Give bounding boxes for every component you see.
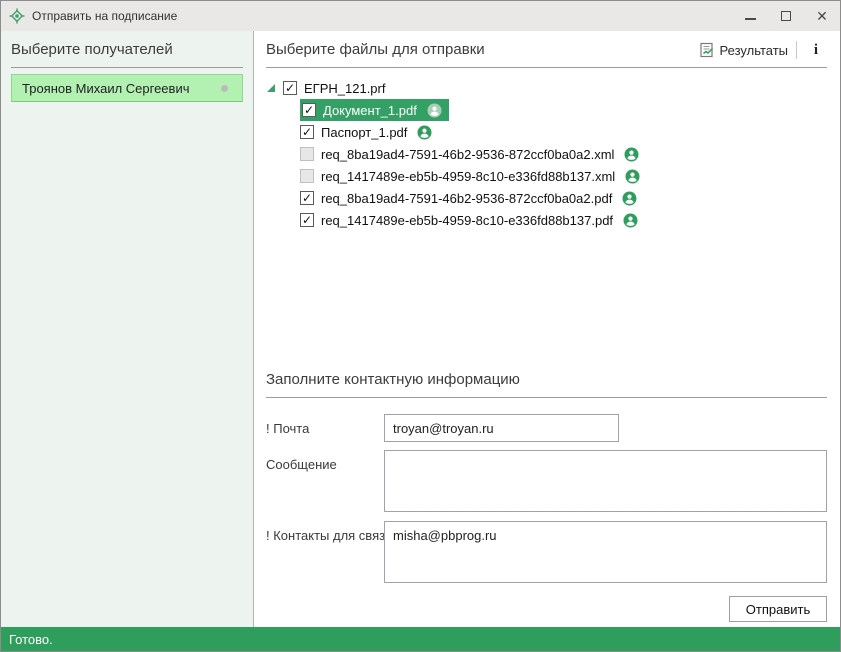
window-controls: ✕ bbox=[732, 1, 840, 31]
file-name: req_8ba19ad4-7591-46b2-9536-872ccf0ba0a2… bbox=[321, 191, 612, 206]
minimize-icon bbox=[745, 18, 756, 20]
contacts-field[interactable] bbox=[384, 521, 827, 583]
tree-row-file[interactable]: ✓ Документ_1.pdf bbox=[300, 99, 827, 121]
contact-form: ! Почта Сообщение ! Контакты для связи О… bbox=[266, 398, 827, 622]
file-name: Паспорт_1.pdf bbox=[321, 125, 407, 140]
email-row: ! Почта bbox=[266, 414, 827, 442]
checkbox-checked[interactable]: ✓ bbox=[300, 213, 314, 227]
tree-row-file[interactable]: ✓ Паспорт_1.pdf bbox=[300, 121, 827, 143]
minimize-button[interactable] bbox=[732, 1, 768, 31]
checkbox-unchecked-disabled bbox=[300, 169, 314, 183]
file-name: req_1417489e-eb5b-4959-8c10-e336fd88b137… bbox=[321, 213, 613, 228]
tree-row-file[interactable]: ✓ req_1417489e-eb5b-4959-8c10-e336fd88b1… bbox=[300, 209, 827, 231]
person-icon bbox=[623, 213, 638, 228]
tree-empty-space bbox=[266, 231, 827, 369]
checkbox-unchecked-disabled bbox=[300, 147, 314, 161]
panel-actions: Результаты i bbox=[699, 41, 827, 59]
file-name: ЕГРН_121.prf bbox=[304, 81, 385, 96]
recipients-header-rule bbox=[11, 67, 243, 68]
person-icon bbox=[427, 103, 442, 118]
person-icon bbox=[625, 169, 640, 184]
actions-divider bbox=[796, 41, 797, 59]
contacts-label: ! Контакты для связи bbox=[266, 521, 384, 583]
person-icon bbox=[622, 191, 637, 206]
file-name: req_1417489e-eb5b-4959-8c10-e336fd88b137… bbox=[321, 169, 615, 184]
files-panel: Выберите файлы для отправки Результаты i bbox=[254, 31, 840, 627]
checkbox-checked[interactable]: ✓ bbox=[300, 125, 314, 139]
checkbox-checked[interactable]: ✓ bbox=[302, 103, 316, 117]
send-for-signing-window: Отправить на подписание ✕ Выберите получ… bbox=[0, 0, 841, 652]
message-field[interactable] bbox=[384, 450, 827, 512]
message-row: Сообщение bbox=[266, 450, 827, 512]
recipients-header: Выберите получателей bbox=[11, 39, 243, 61]
file-tree: ✓ ЕГРН_121.prf ✓ Документ_1.pdf bbox=[266, 77, 827, 231]
contact-header: Заполните контактную информацию bbox=[266, 369, 827, 391]
window-title: Отправить на подписание bbox=[32, 9, 732, 23]
close-icon: ✕ bbox=[816, 8, 828, 25]
send-button-row: Отправить bbox=[266, 596, 827, 622]
person-icon bbox=[624, 147, 639, 162]
files-header-row: Выберите файлы для отправки Результаты i bbox=[266, 39, 827, 61]
checkbox-checked[interactable]: ✓ bbox=[283, 81, 297, 95]
title-bar: Отправить на подписание ✕ bbox=[1, 1, 840, 31]
recipient-name: Троянов Михаил Сергеевич bbox=[22, 81, 189, 96]
tree-row-root[interactable]: ✓ ЕГРН_121.prf bbox=[266, 77, 827, 99]
send-button[interactable]: Отправить bbox=[729, 596, 827, 622]
expander-collapse-icon[interactable] bbox=[266, 83, 276, 93]
results-button-label: Результаты bbox=[720, 43, 788, 58]
files-header-rule bbox=[266, 67, 827, 68]
contacts-row: ! Контакты для связи bbox=[266, 521, 827, 583]
info-button[interactable]: i bbox=[805, 42, 827, 59]
results-report-icon bbox=[699, 42, 715, 58]
person-icon bbox=[417, 125, 432, 140]
maximize-button[interactable] bbox=[768, 1, 804, 31]
results-button[interactable]: Результаты bbox=[699, 42, 788, 58]
recipient-list-item[interactable]: Троянов Михаил Сергеевич bbox=[11, 74, 243, 102]
close-button[interactable]: ✕ bbox=[804, 1, 840, 31]
tree-row-file[interactable]: req_8ba19ad4-7591-46b2-9536-872ccf0ba0a2… bbox=[300, 143, 827, 165]
email-label: ! Почта bbox=[266, 414, 384, 442]
files-header: Выберите файлы для отправки bbox=[266, 39, 699, 61]
email-field[interactable] bbox=[384, 414, 619, 442]
checkbox-checked[interactable]: ✓ bbox=[300, 191, 314, 205]
file-name: req_8ba19ad4-7591-46b2-9536-872ccf0ba0a2… bbox=[321, 147, 614, 162]
tree-row-file[interactable]: ✓ req_8ba19ad4-7591-46b2-9536-872ccf0ba0… bbox=[300, 187, 827, 209]
status-text: Готово. bbox=[9, 632, 53, 647]
recipients-panel: Выберите получателей Троянов Михаил Серг… bbox=[1, 31, 254, 627]
maximize-icon bbox=[781, 11, 791, 21]
main-content: Выберите получателей Троянов Михаил Серг… bbox=[1, 31, 840, 627]
tree-row-file[interactable]: req_1417489e-eb5b-4959-8c10-e336fd88b137… bbox=[300, 165, 827, 187]
message-label: Сообщение bbox=[266, 450, 384, 512]
recipient-status-dot bbox=[221, 85, 228, 92]
status-bar: Готово. bbox=[1, 627, 840, 651]
target-app-icon bbox=[9, 8, 25, 24]
file-name: Документ_1.pdf bbox=[323, 103, 417, 118]
